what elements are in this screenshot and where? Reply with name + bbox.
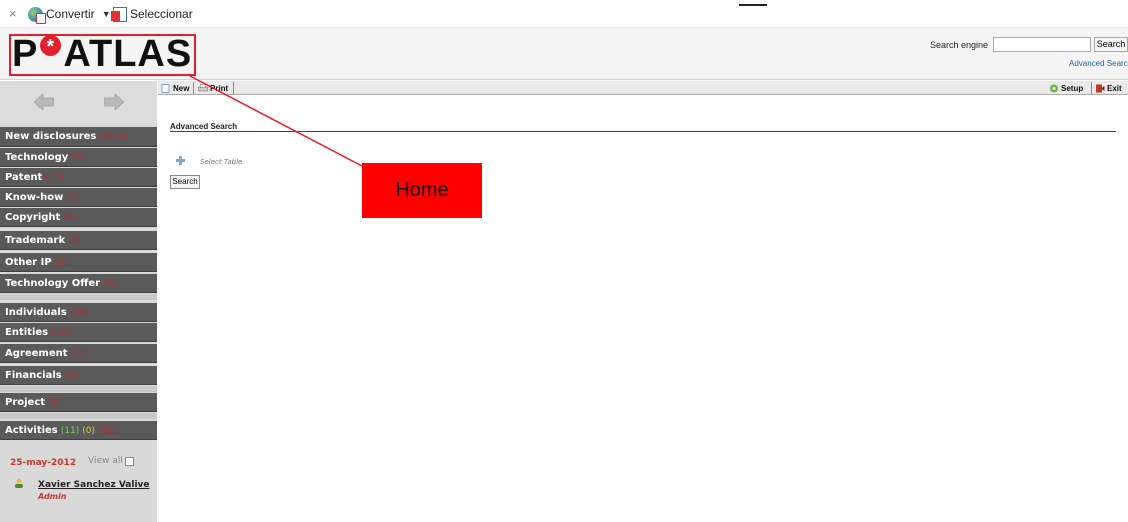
home-callout: Home <box>362 163 482 218</box>
annotation-pointer-line <box>189 75 363 167</box>
